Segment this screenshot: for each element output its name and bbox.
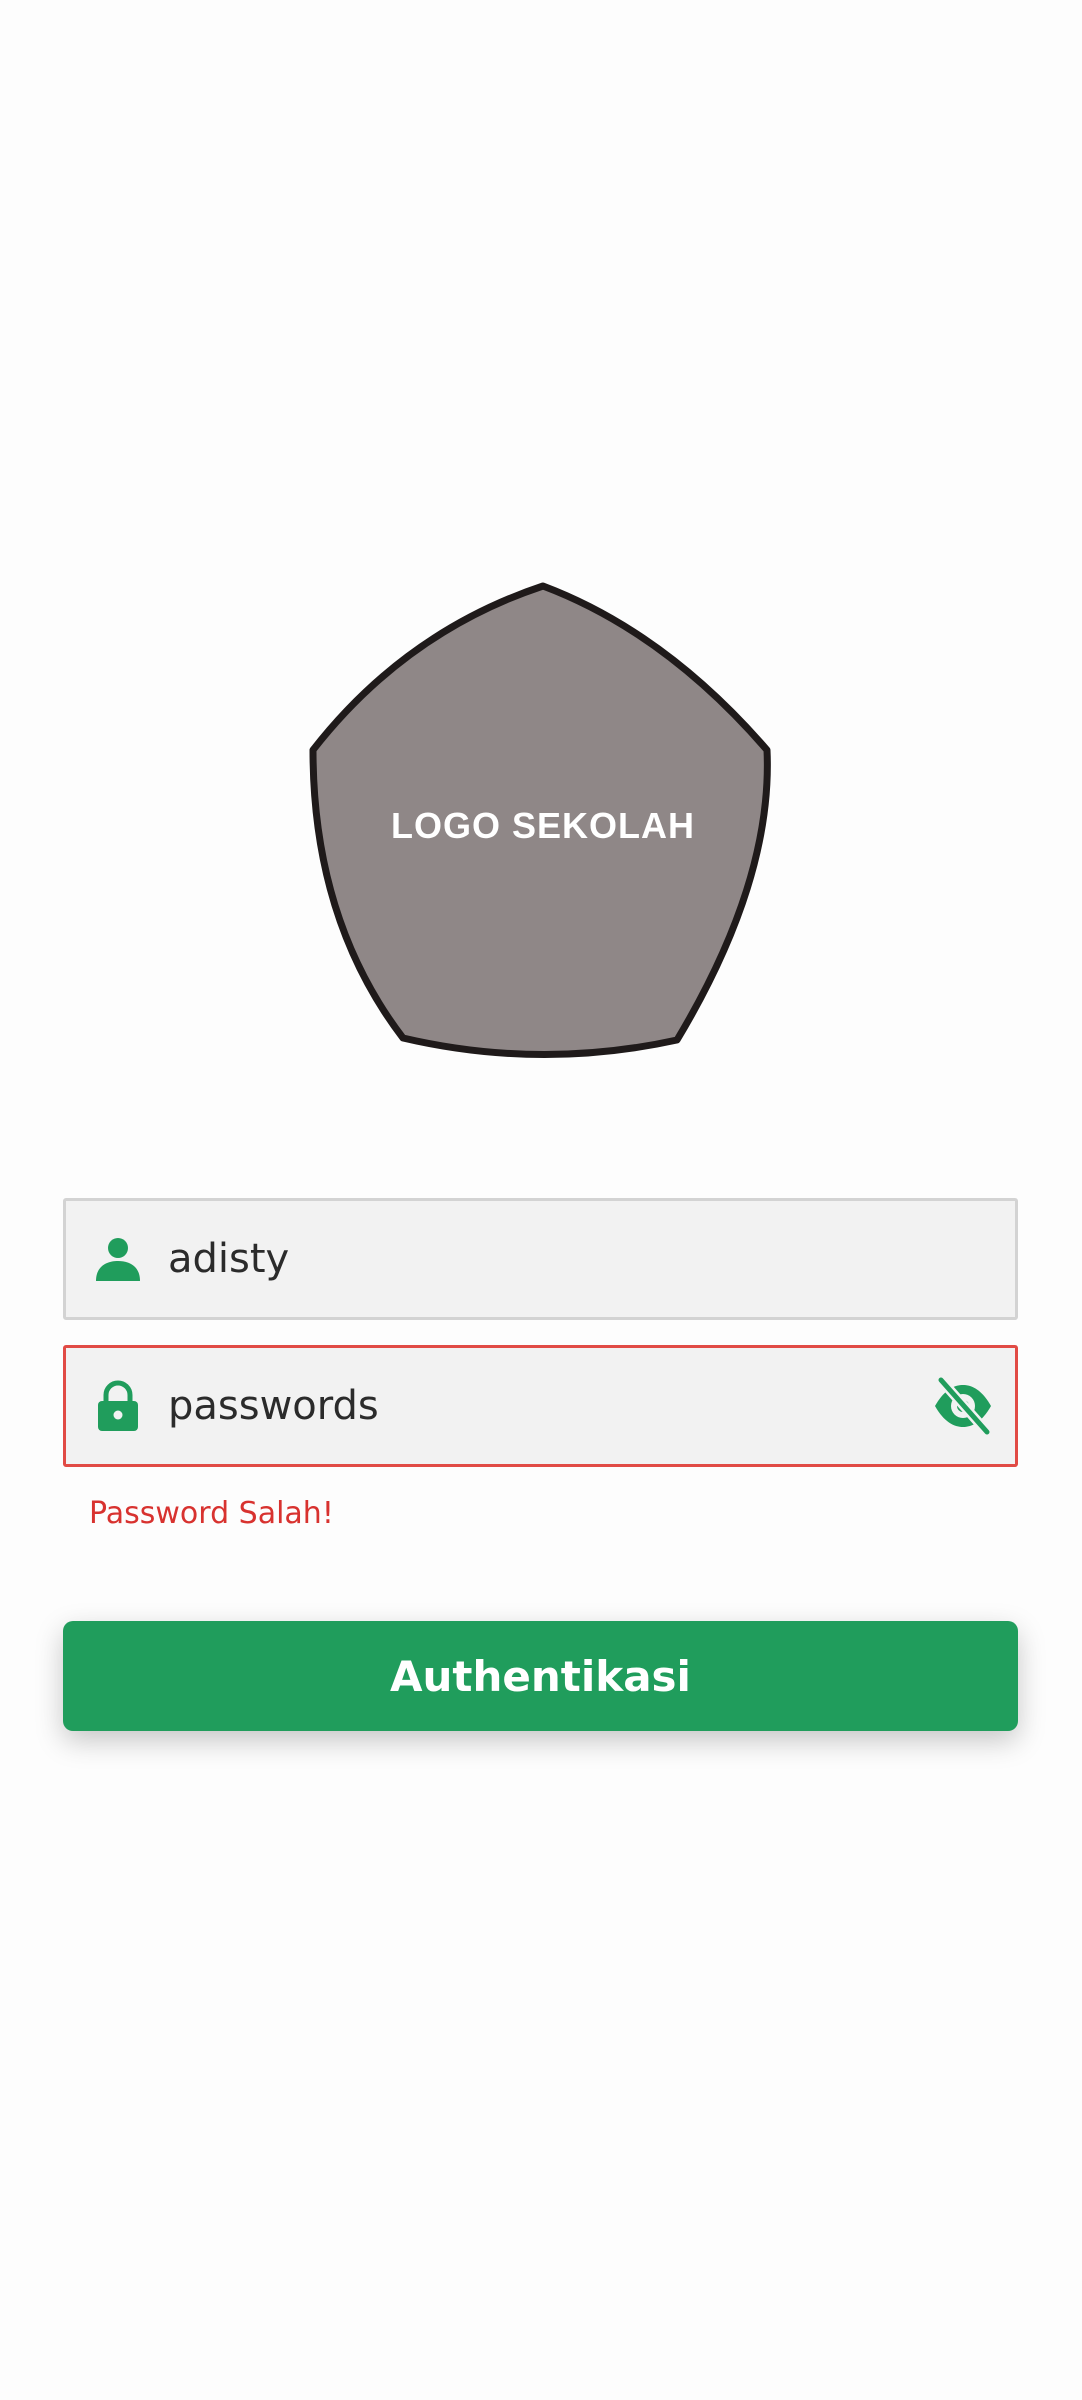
logo-text: LOGO SEKOLAH (391, 805, 695, 846)
username-field[interactable]: adisty (63, 1198, 1018, 1320)
lock-icon (92, 1380, 144, 1432)
password-error-message: Password Salah! (89, 1496, 334, 1531)
shield-logo-icon: LOGO SEKOLAH (309, 582, 771, 1059)
password-input[interactable]: passwords (168, 1348, 928, 1464)
username-input[interactable]: adisty (168, 1201, 928, 1317)
school-logo: LOGO SEKOLAH (305, 580, 775, 1065)
password-field[interactable]: passwords (63, 1345, 1018, 1467)
eye-off-icon[interactable] (931, 1374, 995, 1438)
authenticate-button[interactable]: Authentikasi (63, 1621, 1018, 1731)
person-icon (92, 1233, 144, 1285)
